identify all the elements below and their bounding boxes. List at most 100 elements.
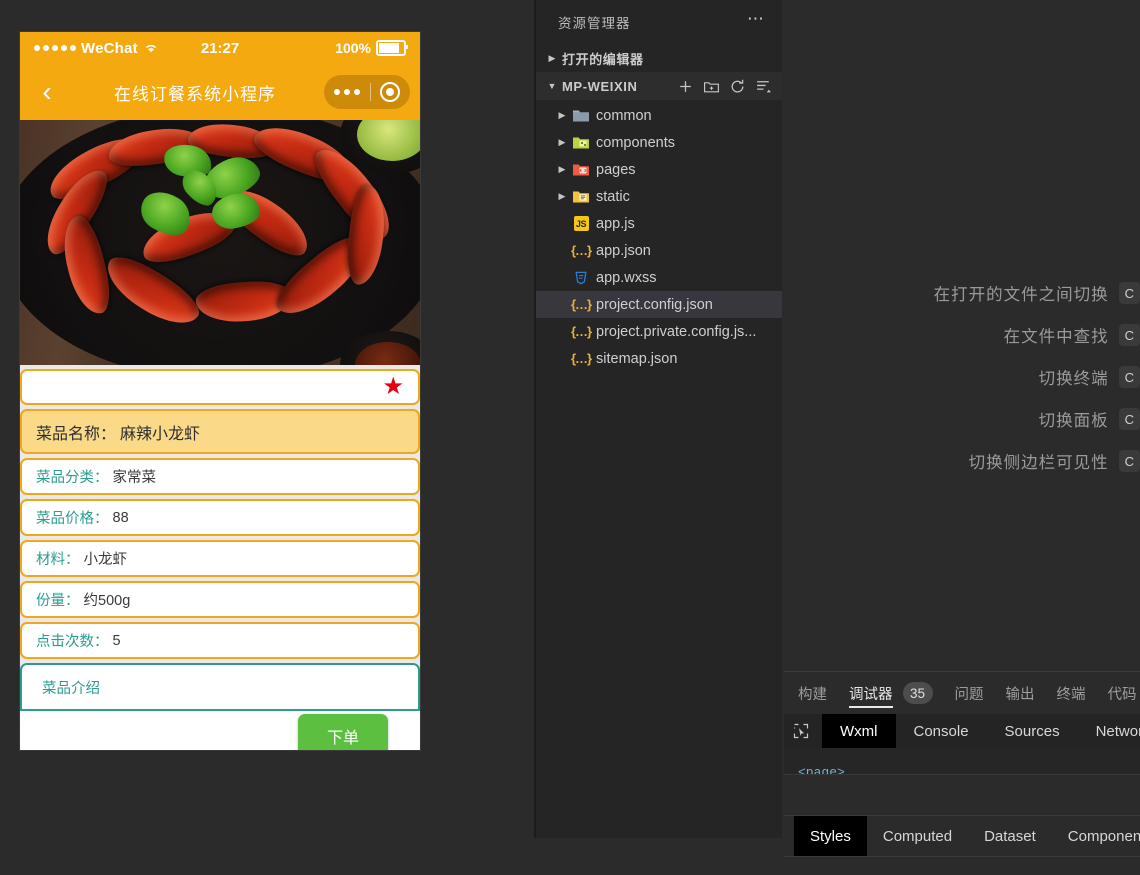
- subtab-sources[interactable]: Sources: [987, 714, 1078, 748]
- code-text: <page>: [798, 765, 845, 774]
- wifi-icon: [144, 40, 158, 57]
- field-value: 88: [112, 509, 129, 526]
- folder-blue-icon: [570, 108, 592, 123]
- tree-item-components[interactable]: ▶ components: [536, 129, 782, 156]
- tree-item-label: project.private.config.js...: [596, 323, 757, 340]
- shortcut-key: C: [1118, 450, 1140, 472]
- section-project-root[interactable]: ▼ MP-WEIXIN: [536, 72, 782, 100]
- devtools-panel: 构建 调试器 35 问题 输出 终端 代码 Wxml Console Sourc…: [784, 671, 1140, 875]
- field-value: 麻辣小龙虾: [120, 425, 201, 443]
- open-editors-label: 打开的编辑器: [562, 51, 644, 67]
- favorite-row[interactable]: ★: [20, 369, 420, 405]
- element-picker-icon[interactable]: [792, 714, 810, 748]
- dish-photo: [20, 120, 420, 365]
- tree-item-label: common: [596, 107, 652, 124]
- field-value: 家常菜: [112, 470, 157, 486]
- editor-area: 在打开的文件之间切换 C 在文件中查找 C 切换终端 C 切换面板 C 切换侧边…: [784, 0, 1140, 671]
- devtools-tab-debugger[interactable]: 调试器: [849, 672, 893, 714]
- signal-dots-icon: [34, 45, 76, 51]
- tree-item-project-config-json[interactable]: {…} project.config.json: [536, 291, 782, 318]
- carrier-label: WeChat: [81, 39, 138, 57]
- field-value: 5: [112, 632, 121, 649]
- field-label: 菜品名称：: [36, 425, 117, 443]
- tree-item-app-js[interactable]: JS app.js: [536, 210, 782, 237]
- chevron-right-icon[interactable]: ▶: [554, 135, 570, 151]
- wxml-code-line[interactable]: <page>: [784, 748, 1140, 774]
- star-icon[interactable]: ★: [382, 375, 404, 399]
- styles-tab-component-data[interactable]: Component Data: [1052, 816, 1140, 856]
- json-file-icon: {…}: [570, 243, 592, 258]
- order-button[interactable]: 下单: [298, 714, 388, 750]
- target-circle-icon[interactable]: [380, 82, 400, 102]
- tree-item-project-private-config[interactable]: {…} project.private.config.js...: [536, 318, 782, 345]
- shortcut-key: C: [1118, 366, 1140, 388]
- chevron-right-icon: ▶: [548, 52, 556, 63]
- devtools-tab-code[interactable]: 代码: [1108, 672, 1137, 714]
- json-file-icon: {…}: [570, 351, 592, 366]
- project-name: MP-WEIXIN: [562, 78, 638, 94]
- shortcut-row: 切换侧边栏可见性 C: [784, 440, 1140, 482]
- tree-item-label: components: [596, 134, 675, 151]
- phone-status-bar: WeChat 21:27 100%: [20, 32, 420, 64]
- field-portion: 份量： 约500g: [20, 581, 420, 618]
- ellipsis-icon[interactable]: ⋯: [747, 10, 766, 27]
- shortcut-row: 切换终端 C: [784, 356, 1140, 398]
- field-label: 点击次数：: [36, 634, 109, 650]
- refresh-icon[interactable]: [729, 78, 746, 95]
- field-label: 菜品价格：: [36, 511, 109, 527]
- shortcut-label: 切换面板: [1038, 412, 1109, 430]
- status-battery: 100%: [335, 40, 408, 56]
- chevron-right-icon[interactable]: ▶: [554, 162, 570, 178]
- tree-item-label: app.wxss: [596, 269, 657, 286]
- explorer-title: 资源管理器: [558, 16, 631, 31]
- shortcut-hints: 在打开的文件之间切换 C 在文件中查找 C 切换终端 C 切换面板 C 切换侧边…: [784, 272, 1140, 482]
- file-tree: ▶ common ▶ components ▶ pages ▶ static J…: [536, 100, 782, 372]
- tree-item-common[interactable]: ▶ common: [536, 102, 782, 129]
- shortcut-key: C: [1118, 408, 1140, 430]
- devtools-tab-output[interactable]: 输出: [1006, 672, 1035, 714]
- field-label: 份量：: [36, 593, 80, 609]
- chevron-left-icon[interactable]: ‹: [30, 75, 64, 109]
- tree-item-label: sitemap.json: [596, 350, 678, 367]
- tree-item-static[interactable]: ▶ static: [536, 183, 782, 210]
- tree-item-app-wxss[interactable]: app.wxss: [536, 264, 782, 291]
- subtab-wxml[interactable]: Wxml: [822, 714, 896, 748]
- wechat-capsule[interactable]: [324, 75, 410, 109]
- subtab-network[interactable]: Network: [1078, 714, 1140, 748]
- chevron-right-icon[interactable]: ▶: [554, 189, 570, 205]
- dish-description-section: 菜品介绍: [20, 663, 420, 711]
- shortcut-row: 在打开的文件之间切换 C: [784, 272, 1140, 314]
- tree-item-pages[interactable]: ▶ pages: [536, 156, 782, 183]
- js-file-icon: JS: [570, 216, 592, 231]
- chevron-right-icon[interactable]: ▶: [554, 108, 570, 124]
- description-label: 菜品介绍: [42, 681, 100, 697]
- subtab-console[interactable]: Console: [896, 714, 987, 748]
- styles-tab-computed[interactable]: Computed: [867, 816, 968, 856]
- styles-content-area: [784, 856, 1140, 875]
- styles-tab-styles[interactable]: Styles: [794, 816, 867, 856]
- devtools-tab-problems[interactable]: 问题: [955, 672, 984, 714]
- shortcut-label: 在打开的文件之间切换: [933, 286, 1109, 304]
- tree-item-sitemap-json[interactable]: {…} sitemap.json: [536, 345, 782, 372]
- more-dots-icon[interactable]: [334, 89, 360, 95]
- devtools-tab-build[interactable]: 构建: [798, 672, 827, 714]
- tree-item-label: project.config.json: [596, 296, 713, 313]
- tree-item-label: pages: [596, 161, 636, 178]
- collapse-all-icon[interactable]: [755, 78, 772, 95]
- folder-red-icon: [570, 162, 592, 177]
- phone-nav-bar: ‹ 在线订餐系统小程序: [20, 64, 420, 120]
- shortcut-label: 切换侧边栏可见性: [968, 454, 1109, 472]
- devtools-tab-terminal[interactable]: 终端: [1057, 672, 1086, 714]
- styles-tab-dataset[interactable]: Dataset: [968, 816, 1052, 856]
- new-file-icon[interactable]: [677, 78, 694, 95]
- phone-simulator: WeChat 21:27 100% ‹ 在线订餐系统小程序 ★ 菜品名称： 麻辣…: [20, 32, 420, 750]
- tree-item-app-json[interactable]: {…} app.json: [536, 237, 782, 264]
- shortcut-label: 切换终端: [1038, 370, 1109, 388]
- section-open-editors[interactable]: ▶ 打开的编辑器: [536, 44, 782, 72]
- explorer-header: 资源管理器 ⋯: [536, 0, 782, 44]
- capsule-divider: [369, 83, 371, 101]
- order-footer: 下单: [20, 711, 420, 750]
- json-file-icon: {…}: [570, 324, 592, 339]
- new-folder-icon[interactable]: [703, 78, 720, 95]
- field-material: 材料： 小龙虾: [20, 540, 420, 577]
